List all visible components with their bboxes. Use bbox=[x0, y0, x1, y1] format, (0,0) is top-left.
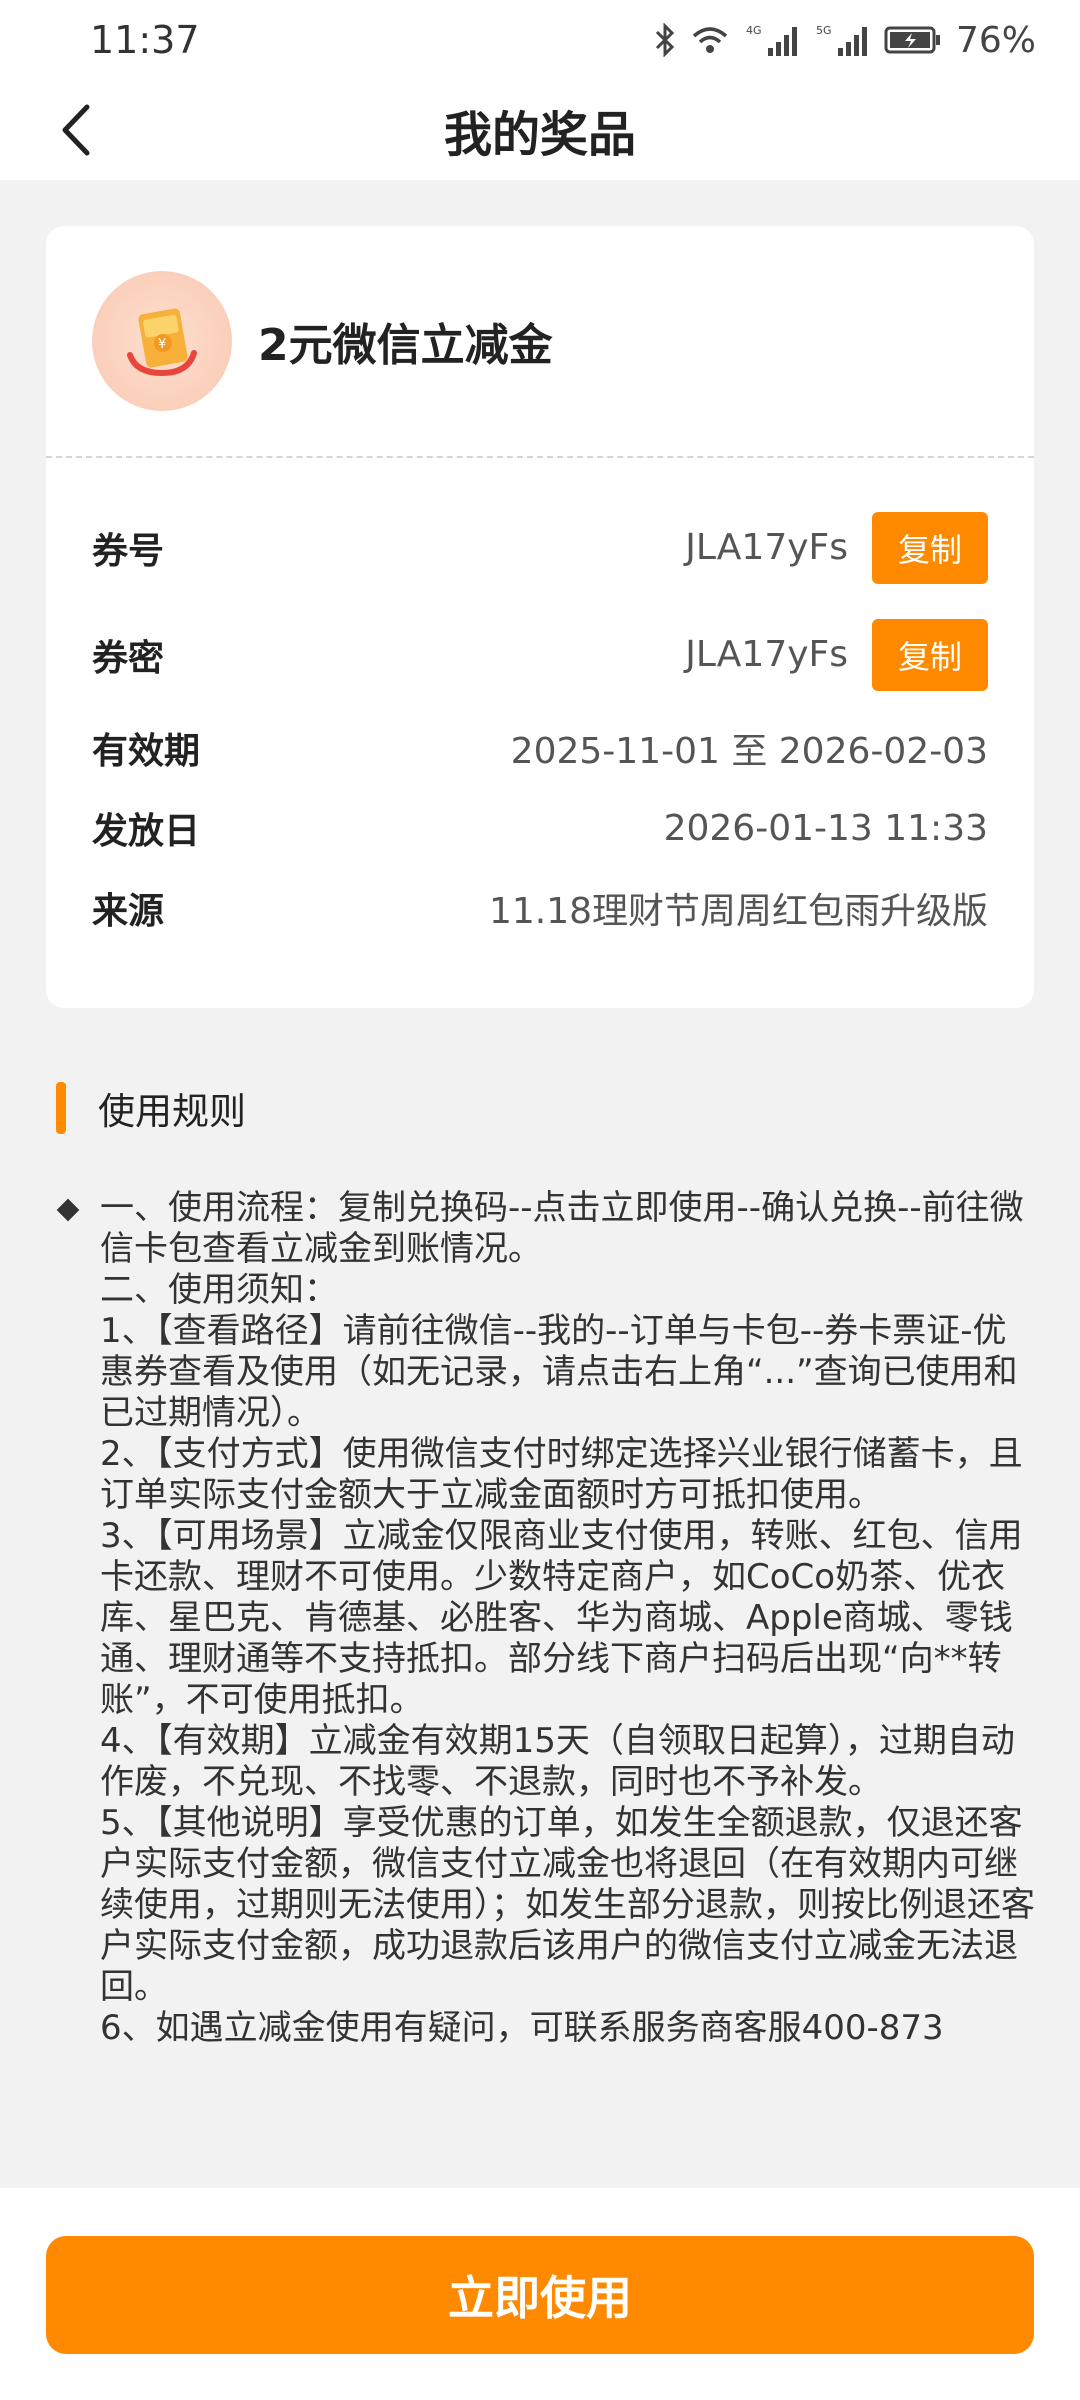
coupon-number-value-group: JLA17yFs 复制 bbox=[685, 511, 988, 584]
battery-percent: 76% bbox=[955, 19, 1036, 61]
wifi-icon bbox=[690, 24, 730, 56]
rules-line: 3、【可用场景】立减金仅限商业支付使用，转账、红包、信用卡还款、理财不可使用。少… bbox=[100, 1516, 1023, 1720]
prize-card: ¥ 2元微信立减金 券号 JLA17yFs 复制 券密 JLA17yFs 复制 bbox=[46, 226, 1034, 1008]
use-now-button[interactable]: 立即使用 bbox=[46, 2236, 1034, 2354]
chevron-left-icon bbox=[62, 104, 90, 156]
signal-5g-icon: 5G bbox=[814, 22, 870, 58]
coupon-number-row: 券号 JLA17yFs 复制 bbox=[92, 494, 988, 601]
coupon-number-value: JLA17yFs bbox=[685, 527, 848, 568]
coupon-password-value-group: JLA17yFs 复制 bbox=[685, 618, 988, 691]
rules-line: 5、【其他说明】享受优惠的订单，如发生全额退款，仅退还客户实际支付金额，微信支付… bbox=[100, 1803, 1035, 2007]
bottom-bar: 立即使用 bbox=[0, 2188, 1080, 2400]
rules-heading: 使用规则 bbox=[56, 1080, 246, 1136]
coupon-password-label: 券密 bbox=[92, 637, 165, 679]
rules-line: 2、【支付方式】使用微信支付时绑定选择兴业银行储蓄卡，且订单实际支付金额大于立减… bbox=[100, 1434, 1023, 1515]
back-button[interactable] bbox=[48, 102, 104, 158]
screen: 11:37 4G 5G 76% 我的奖品 ¥ 2元微信立减金 券号 JLA17y… bbox=[0, 0, 1080, 2400]
rules-line: 6、如遇立减金使用有疑问，可联系服务商客服400-873 bbox=[100, 2008, 944, 2048]
svg-text:4G: 4G bbox=[746, 24, 762, 37]
svg-text:5G: 5G bbox=[816, 24, 832, 37]
rules-text: 一、使用流程：复制兑换码--点击立即使用--确认兑换--前往微信卡包查看立减金到… bbox=[100, 1188, 1036, 2049]
info-list: 券号 JLA17yFs 复制 券密 JLA17yFs 复制 有效期 2025-1… bbox=[46, 458, 1034, 948]
validity-label: 有效期 bbox=[92, 731, 201, 772]
source-row: 来源 11.18理财节周周红包雨升级版 bbox=[92, 868, 988, 948]
diamond-bullet-icon bbox=[56, 1198, 80, 1222]
prize-header: ¥ 2元微信立减金 bbox=[46, 226, 1034, 458]
status-icons: 4G 5G 76% bbox=[654, 20, 1036, 61]
status-time: 11:37 bbox=[90, 18, 200, 62]
rules-accent-bar bbox=[56, 1082, 66, 1134]
rules-line: 二、使用须知： bbox=[100, 1270, 338, 1310]
rules-title: 使用规则 bbox=[98, 1090, 246, 1133]
red-envelope-coupon-icon: ¥ bbox=[92, 271, 232, 411]
issue-date-value: 2026-01-13 11:33 bbox=[663, 807, 988, 849]
rules-body[interactable]: 一、使用流程：复制兑换码--点击立即使用--确认兑换--前往微信卡包查看立减金到… bbox=[56, 1188, 1036, 2188]
status-bar: 11:37 4G 5G 76% bbox=[0, 0, 1080, 80]
nav-bar: 我的奖品 bbox=[0, 80, 1080, 180]
coupon-password-value: JLA17yFs bbox=[685, 634, 848, 675]
copy-coupon-password-button[interactable]: 复制 bbox=[872, 618, 988, 691]
bluetooth-icon bbox=[654, 23, 676, 57]
signal-4g-icon: 4G bbox=[744, 22, 800, 58]
source-label: 来源 bbox=[92, 891, 165, 932]
issue-date-label: 发放日 bbox=[92, 811, 201, 852]
copy-coupon-number-button[interactable]: 复制 bbox=[872, 511, 988, 584]
rules-line: 1、【查看路径】请前往微信--我的--订单与卡包--券卡票证-优惠券查看及使用（… bbox=[100, 1311, 1018, 1433]
validity-value: 2025-11-01 至 2026-02-03 bbox=[510, 731, 988, 772]
svg-text:¥: ¥ bbox=[158, 337, 166, 352]
coupon-password-row: 券密 JLA17yFs 复制 bbox=[92, 601, 988, 708]
issue-date-row: 发放日 2026-01-13 11:33 bbox=[92, 788, 988, 868]
page-title: 我的奖品 bbox=[443, 107, 636, 163]
coupon-number-label: 券号 bbox=[92, 530, 165, 572]
prize-name: 2元微信立减金 bbox=[258, 320, 553, 371]
battery-icon bbox=[884, 25, 942, 55]
rules-line: 4、【有效期】立减金有效期15天（自领取日起算），过期自动作废，不兑现、不找零、… bbox=[100, 1721, 1015, 1802]
rules-line: 一、使用流程：复制兑换码--点击立即使用--确认兑换--前往微信卡包查看立减金到… bbox=[100, 1188, 1024, 1269]
source-value: 11.18理财节周周红包雨升级版 bbox=[488, 891, 988, 932]
validity-row: 有效期 2025-11-01 至 2026-02-03 bbox=[92, 708, 988, 788]
